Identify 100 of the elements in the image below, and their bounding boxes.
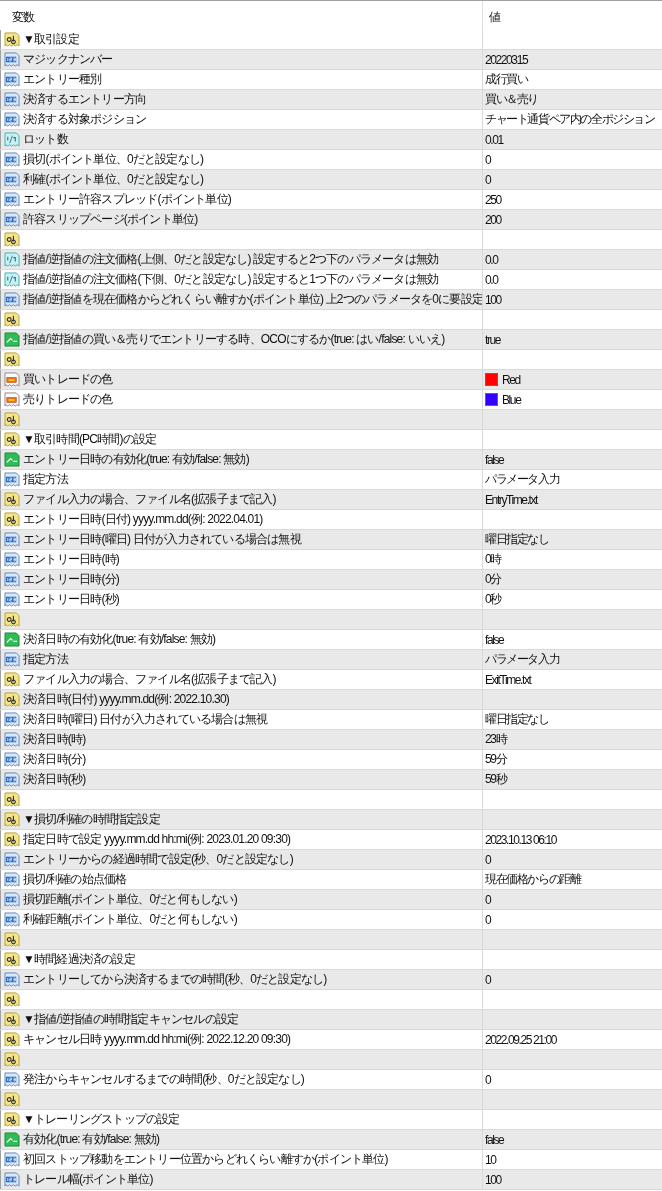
parameter-value-cell[interactable]: 10 [482,1150,662,1169]
parameter-value-cell[interactable]: 20220315 [482,50,662,69]
number-type-icon [4,972,20,987]
parameter-value-cell[interactable]: 0.0 [482,270,662,289]
parameter-value-cell[interactable]: 0 [482,890,662,909]
parameter-value-cell[interactable]: 250 [482,190,662,209]
parameter-value-cell[interactable]: 買い＆売り [482,90,662,109]
parameter-name: ▼取引設定 [23,31,79,48]
parameter-name: 発注からキャンセルするまでの時間(秒、0だと設定なし) [23,1071,305,1088]
number-type-icon [4,292,20,307]
text-type-icon [4,692,20,707]
parameter-name: 売りトレードの色 [23,391,113,408]
text-type-icon [4,512,20,527]
parameter-value-cell[interactable]: EntryTime.txt [482,490,662,509]
boolean-type-icon [4,1132,20,1147]
parameter-name: 利確距離(ポイント単位、0だと何もしない) [23,911,237,928]
parameter-value-cell[interactable]: 0秒 [482,590,662,609]
text-type-icon [4,952,20,967]
number-type-icon [4,652,20,667]
number-type-icon [4,852,20,867]
parameter-name: ファイル入力の場合、ファイル名(拡張子まで記入) [23,671,276,688]
parameter-value-cell[interactable]: 0 [482,970,662,989]
parameter-value-cell[interactable]: true [482,330,662,349]
parameter-value-cell[interactable]: 200 [482,210,662,229]
parameter-name: 許容スリップページ(ポイント単位) [23,211,198,228]
parameter-value-cell[interactable]: チャート通貨ペア内の全ポジション [482,110,662,129]
parameter-value-cell[interactable]: 59秒 [482,770,662,789]
parameter-value-cell[interactable]: false [482,630,662,649]
parameter-name: 決済日時(時) [23,731,86,748]
parameter-name: 有効化(true: 有効/false: 無効) [23,1131,160,1148]
text-type-icon [4,312,20,327]
parameter-value-cell[interactable]: 23時 [482,730,662,749]
decimal-type-icon [4,132,20,147]
parameter-value-cell[interactable]: 2022.09.25 21:00 [482,1030,662,1049]
parameter-name: 指値/逆指値の注文価格(上側、0だと設定なし) 設定すると2つ下のパラメータは無効 [23,251,439,268]
parameter-value-cell[interactable]: 59分 [482,750,662,769]
number-type-icon [4,92,20,107]
parameter-value-cell[interactable]: false [482,1130,662,1149]
parameter-name: ▼トレーリングストップの設定 [23,1111,180,1128]
parameter-name: エントリー日時(秒) [23,591,119,608]
parameter-value-cell[interactable]: 0分 [482,570,662,589]
parameter-name: ▼損切/利確の時間指定設定 [23,811,160,828]
parameter-value-cell[interactable]: パラメータ入力 [482,470,662,489]
parameter-value-cell[interactable]: 2023.10.13 06:10 [482,830,662,849]
text-type-icon [4,1032,20,1047]
text-type-icon [4,412,20,427]
parameter-value-cell[interactable]: 0 [482,850,662,869]
column-header[interactable]: 変数 [0,1,482,30]
parameter-value-cell[interactable]: パラメータ入力 [482,650,662,669]
parameter-name: 利確(ポイント単位、0だと設定なし) [23,171,204,188]
parameter-value-cell[interactable]: 100 [482,290,662,309]
parameter-value-cell[interactable]: 0.0 [482,250,662,269]
number-type-icon [4,732,20,747]
parameter-name: ▼時間経過決済の設定 [23,951,135,968]
parameter-value-cell[interactable]: 現在価格からの距離 [482,870,662,889]
parameter-value-cell[interactable]: false [482,450,662,469]
parameter-value-cell[interactable]: 100 [482,1170,662,1189]
decimal-type-icon [4,272,20,287]
parameter-name: ▼取引時間(PC時間)の設定 [23,431,157,448]
parameter-name: トレール幅(ポイント単位) [23,1171,153,1188]
parameter-name: 決済日時(秒) [23,771,86,788]
parameter-name: 決済日時の有効化(true: 有効/false: 無効) [23,631,216,648]
number-type-icon [4,1172,20,1187]
parameter-name: 決済するエントリー方向 [23,91,147,108]
parameter-value-cell[interactable]: 0 [482,150,662,169]
parameter-value-cell[interactable]: 曜日指定なし [482,710,662,729]
parameter-value-cell[interactable]: Blue [482,390,662,409]
parameter-value-cell[interactable]: ExitTime.txt [482,670,662,689]
parameter-name: エントリー許容スプレッド(ポイント単位) [23,191,231,208]
text-type-icon [4,992,20,1007]
parameter-name: エントリー日時の有効化(true: 有効/false: 無効) [23,451,249,468]
parameter-name: 決済日時(曜日) 日付が入力されている場合は無視 [23,711,268,728]
number-type-icon [4,172,20,187]
parameter-value-cell[interactable]: 0 [482,910,662,929]
parameter-name: エントリー日時(日付) yyyy.mm.dd(例: 2022.04.01) [23,511,263,528]
text-type-icon [4,1092,20,1107]
parameter-name: 決済日時(分) [23,751,86,768]
number-type-icon [4,572,20,587]
parameter-name: 決済する対象ポジション [23,111,147,128]
parameter-name: ロット数 [23,131,68,148]
text-type-icon [4,812,20,827]
parameter-value-cell[interactable]: 成行買い [482,70,662,89]
number-type-icon [4,892,20,907]
parameter-name: エントリー日時(曜日) 日付が入力されている場合は無視 [23,531,301,548]
parameter-value-cell[interactable]: 0時 [482,550,662,569]
parameter-value-cell[interactable]: 曜日指定なし [482,530,662,549]
parameter-name: エントリー種別 [23,71,102,88]
text-type-icon [4,932,20,947]
parameter-value-cell[interactable]: Red [482,370,662,389]
parameter-name: 買いトレードの色 [23,371,113,388]
text-type-icon [4,672,20,687]
text-type-icon [4,792,20,807]
text-type-icon [4,232,20,247]
parameter-value-cell[interactable]: 0 [482,1070,662,1089]
number-type-icon [4,772,20,787]
parameter-value-cell[interactable]: 0 [482,170,662,189]
text-type-icon [4,1112,20,1127]
parameter-value-cell[interactable]: 0.01 [482,130,662,149]
parameter-name: 指値/逆指値の買い＆売りでエントリーする時、OCOにするか(true: はい/false: いいえ) [23,331,445,348]
parameter-name: 損切距離(ポイント単位、0だと何もしない) [23,891,237,908]
